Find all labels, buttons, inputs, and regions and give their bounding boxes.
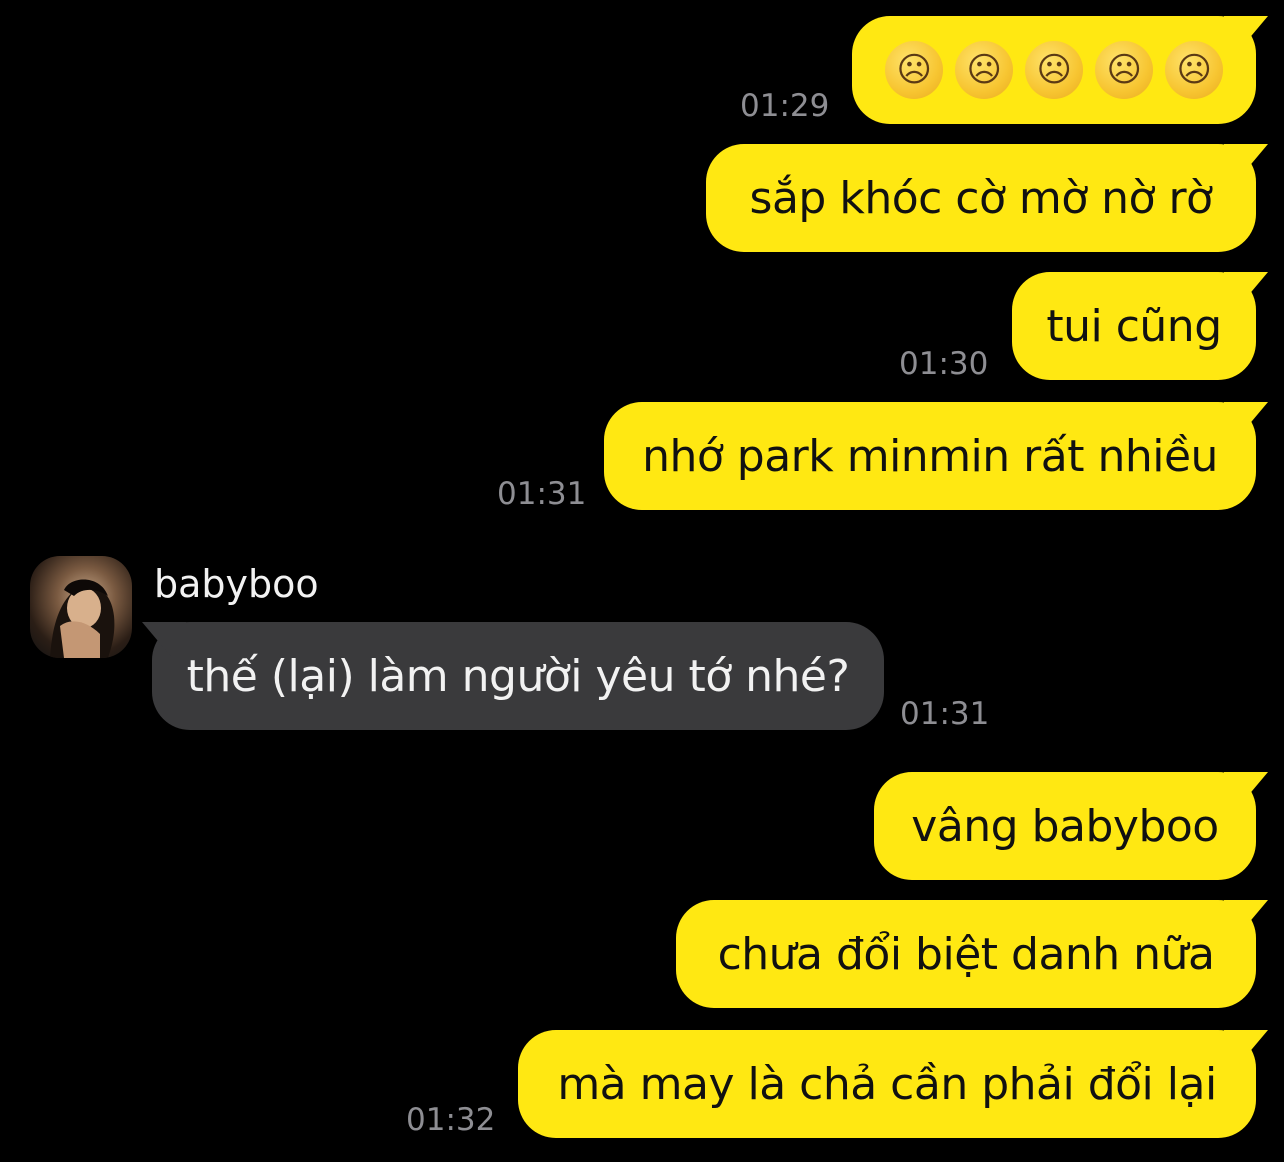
message-timestamp: 01:29 xyxy=(740,88,830,124)
message-text: sắp khóc cờ mờ nờ rờ xyxy=(749,172,1213,224)
emoji-row: ☹ ☹ ☹ ☹ ☹ xyxy=(885,41,1223,99)
avatar[interactable] xyxy=(30,556,132,658)
message-bubble-incoming[interactable]: thế (lại) làm người yêu tớ nhé? xyxy=(152,622,884,730)
message-bubble[interactable]: sắp khóc cờ mờ nờ rờ xyxy=(706,144,1256,252)
message-text: thế (lại) làm người yêu tớ nhé? xyxy=(186,650,850,702)
message-timestamp: 01:32 xyxy=(406,1102,496,1138)
message-bubble[interactable]: tui cũng xyxy=(1012,272,1256,380)
avatar-photo-icon xyxy=(50,579,115,658)
message-timestamp: 01:30 xyxy=(899,346,989,382)
message-bubble[interactable]: chưa đổi biệt danh nữa xyxy=(676,900,1256,1008)
loudly-crying-face-icon: ☹ xyxy=(1165,41,1223,99)
message-timestamp: 01:31 xyxy=(497,476,587,512)
message-bubble[interactable]: vâng babyboo xyxy=(874,772,1256,880)
slightly-frowning-face-icon: ☹ xyxy=(1025,41,1083,99)
message-text: chưa đổi biệt danh nữa xyxy=(717,928,1215,980)
message-text: nhớ park minmin rất nhiều xyxy=(642,430,1218,482)
message-bubble[interactable]: mà may là chả cần phải đổi lại xyxy=(518,1030,1256,1138)
message-text: mà may là chả cần phải đổi lại xyxy=(557,1058,1217,1110)
confused-face-icon: ☹ xyxy=(955,41,1013,99)
worried-face-icon: ☹ xyxy=(885,41,943,99)
message-text: tui cũng xyxy=(1046,300,1222,352)
message-bubble-emoji[interactable]: ☹ ☹ ☹ ☹ ☹ xyxy=(852,16,1256,124)
message-text: vâng babyboo xyxy=(911,800,1219,852)
message-bubble[interactable]: nhớ park minmin rất nhiều xyxy=(604,402,1256,510)
message-timestamp: 01:31 xyxy=(900,696,990,732)
sender-name: babyboo xyxy=(154,562,319,606)
frowning-face-icon: ☹ xyxy=(1095,41,1153,99)
